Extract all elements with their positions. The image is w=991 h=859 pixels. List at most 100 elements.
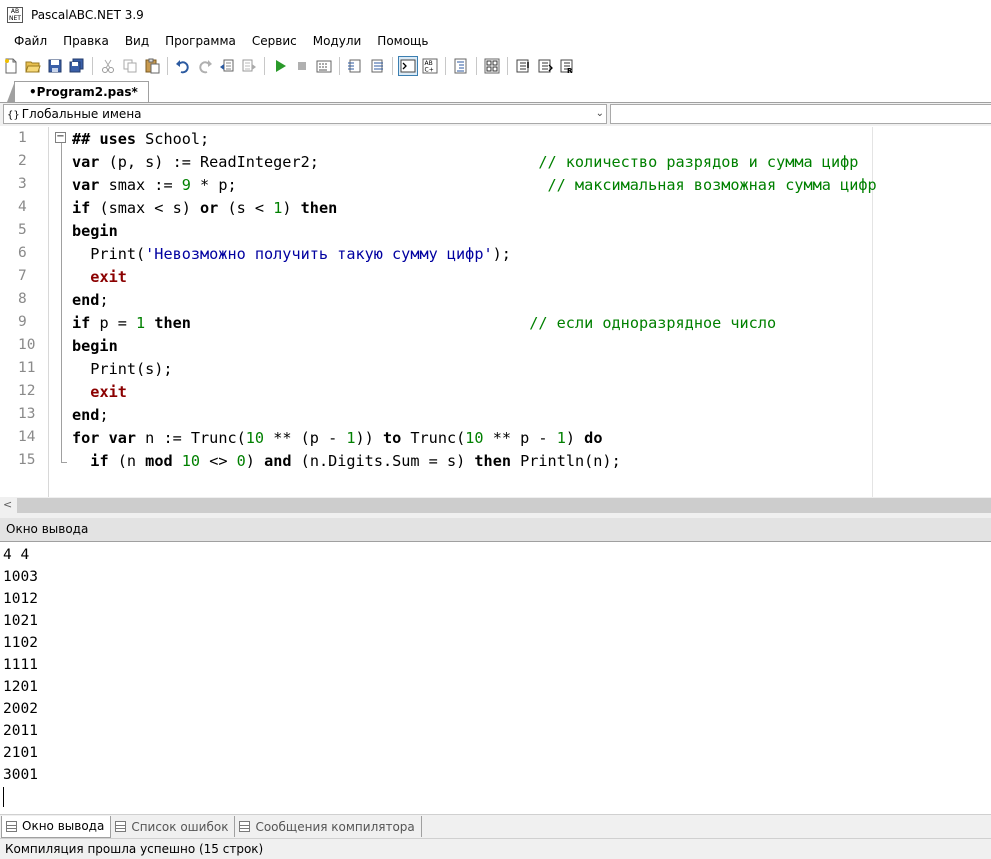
output-line: 4 4: [3, 547, 30, 563]
editor-tab-strip: •Program2.pas*: [0, 80, 991, 103]
abc-icon[interactable]: AB C+: [420, 56, 440, 76]
line-number: 4: [18, 199, 27, 215]
code-token: (p, s) := ReadInteger2;: [99, 153, 539, 171]
code-line: if (smax < s) or (s < 1) then: [72, 197, 337, 220]
code-token: );: [492, 245, 511, 263]
open-file-icon[interactable]: [23, 56, 43, 76]
output-line: 2002: [3, 701, 38, 717]
stop-icon[interactable]: [292, 56, 312, 76]
code-token: exit: [90, 268, 127, 286]
output-window-icon: [6, 820, 17, 832]
new-file-icon[interactable]: [1, 56, 21, 76]
step-over-icon[interactable]: [535, 56, 555, 76]
save-all-icon[interactable]: [67, 56, 87, 76]
tab-program2[interactable]: •Program2.pas*: [7, 81, 149, 102]
menu-service[interactable]: Сервис: [244, 30, 305, 52]
paste-icon[interactable]: [142, 56, 162, 76]
menu-view[interactable]: Вид: [117, 30, 157, 52]
tab-compiler-messages[interactable]: Сообщения компилятора: [235, 816, 422, 837]
code-token: 10: [181, 452, 201, 470]
scroll-left-icon[interactable]: <: [3, 498, 12, 511]
code-token: ** (p -: [264, 429, 347, 447]
debug-window-icon[interactable]: [314, 56, 334, 76]
code-token: uses: [99, 130, 137, 148]
code-token: or: [200, 199, 219, 217]
tab-output-window[interactable]: Окно вывода: [1, 815, 112, 838]
code-token: begin: [72, 337, 118, 355]
svg-text:R: R: [567, 67, 573, 74]
code-line: if (n mod 10 <> 0) and (n.Digits.Sum = s…: [72, 450, 620, 473]
code-editor[interactable]: 1 2 3 4 5 6 7 8 9 10 11 12 13 14 15 − ## uses School; v…: [0, 127, 991, 497]
window-title: PascalABC.NET 3.9: [31, 8, 144, 22]
navigation-bar: {} Глобальные имена ⌄: [0, 103, 991, 126]
menu-program[interactable]: Программа: [157, 30, 244, 52]
console-icon[interactable]: [398, 56, 418, 76]
menu-file[interactable]: Файл: [6, 30, 55, 52]
code-line: var (p, s) := ReadInteger2; // количеств…: [72, 151, 858, 174]
code-token: mod: [145, 452, 173, 470]
code-token: // максимальная возможная сумма цифр: [547, 176, 877, 194]
line-number: 15: [18, 452, 36, 468]
code-token: // количество разрядов и сумма цифр: [538, 153, 859, 171]
toolbar-separator: [167, 57, 168, 75]
save-icon[interactable]: [45, 56, 65, 76]
code-token: if: [72, 199, 91, 217]
code-token: // если одноразрядное число: [529, 314, 777, 332]
fold-toggle-icon[interactable]: −: [55, 132, 66, 143]
menu-edit[interactable]: Правка: [55, 30, 117, 52]
code-token: for: [72, 429, 100, 447]
code-line: for var n := Trunc(10 ** (p - 1)) to Tru…: [72, 427, 602, 450]
code-line: exit: [72, 381, 127, 404]
menu-modules[interactable]: Модули: [305, 30, 370, 52]
format-icon[interactable]: [451, 56, 471, 76]
comment-icon[interactable]: [345, 56, 365, 76]
toolbar-separator: [264, 57, 265, 75]
global-names-value: Глобальные имена: [21, 107, 142, 121]
code-token: ): [245, 452, 265, 470]
svg-text:C+: C+: [425, 67, 434, 74]
code-token: )): [355, 429, 383, 447]
code-token: if: [90, 452, 109, 470]
code-token: School;: [136, 130, 210, 148]
code-line: Print('Невозможно получить такую сумму ц…: [72, 243, 511, 266]
code-token: 1: [346, 429, 356, 447]
line-number: 1: [18, 130, 27, 146]
uncomment-icon[interactable]: [367, 56, 387, 76]
toolbar: AB C+ R: [0, 53, 991, 79]
tab-error-list-label: Список ошибок: [131, 819, 229, 834]
tab-error-list[interactable]: Список ошибок: [111, 816, 236, 837]
menu-bar: Файл Правка Вид Программа Сервис Модули …: [0, 30, 991, 52]
code-line: var smax := 9 * p; // максимальная возмо…: [72, 174, 877, 197]
line-number: 7: [18, 268, 27, 284]
code-blocks-icon[interactable]: [482, 56, 502, 76]
scroll-thumb[interactable]: [17, 498, 991, 513]
members-dropdown[interactable]: [610, 104, 991, 124]
code-token: ##: [72, 130, 100, 148]
editor-horizontal-scrollbar[interactable]: <: [0, 497, 991, 514]
code-token: ;: [99, 291, 109, 309]
back-icon[interactable]: [217, 56, 237, 76]
global-names-dropdown[interactable]: {} Глобальные имена ⌄: [3, 104, 607, 124]
menu-help[interactable]: Помощь: [369, 30, 436, 52]
text-caret: [3, 787, 4, 807]
redo-icon[interactable]: [195, 56, 215, 76]
line-number: 12: [18, 383, 36, 399]
code-token: (n: [108, 452, 146, 470]
code-token: then: [154, 314, 191, 332]
toolbar-separator: [445, 57, 446, 75]
code-token: ): [565, 429, 585, 447]
undo-icon[interactable]: [173, 56, 193, 76]
code-token: p =: [90, 314, 137, 332]
output-window[interactable]: 4 4 1003 1012 1021 1102 1111 1201 2002 2011 2101 3…: [0, 542, 991, 814]
copy-icon[interactable]: [120, 56, 140, 76]
step-out-icon[interactable]: R: [557, 56, 577, 76]
run-icon[interactable]: [270, 56, 290, 76]
forward-icon[interactable]: [239, 56, 259, 76]
step-into-icon[interactable]: [513, 56, 533, 76]
cut-icon[interactable]: [98, 56, 118, 76]
